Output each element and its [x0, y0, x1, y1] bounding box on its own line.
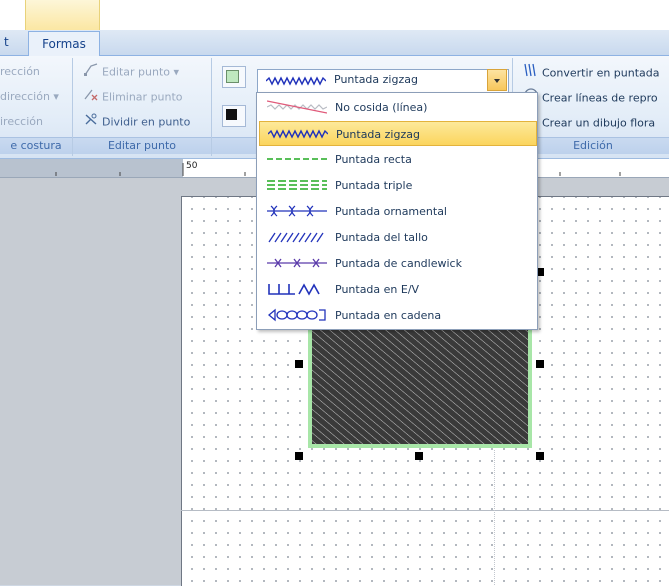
split-point-icon [83, 112, 99, 133]
delete-point-button[interactable]: Eliminar punto [83, 87, 183, 107]
menu-item-ev[interactable]: Puntada en E/V [259, 277, 535, 302]
direction-button-1[interactable]: rección [0, 62, 40, 82]
direction-button-2[interactable]: dirección ▾ [0, 87, 59, 107]
stitch-type-combo[interactable]: Puntada zigzag [257, 69, 509, 93]
straight-stitch-icon [267, 158, 327, 160]
menu-item-label: Puntada zigzag [336, 128, 420, 141]
resize-handle-bottom-left[interactable] [295, 452, 303, 460]
group-label-editar-punto: Editar punto [73, 137, 211, 154]
candlewick-stitch-icon [267, 258, 327, 268]
menu-item-ornamental[interactable]: Puntada ornamental [259, 199, 535, 224]
menu-item-label: Puntada en cadena [335, 309, 442, 322]
ev-stitch-icon [268, 283, 320, 296]
selected-rectangle-shape[interactable] [308, 320, 532, 448]
split-point-button[interactable]: Dividir en punto [83, 112, 190, 132]
stitch-type-value: Puntada zigzag [334, 73, 418, 86]
line-color-button[interactable] [222, 66, 246, 88]
menu-item-triple[interactable]: Puntada triple [259, 173, 535, 198]
menu-item-zigzag[interactable]: Puntada zigzag [259, 121, 537, 146]
edit-point-icon [83, 62, 99, 83]
no-stitch-icon [267, 100, 327, 114]
stitch-fill-pattern [308, 320, 532, 448]
tab-formas[interactable]: Formas [28, 31, 100, 58]
convert-stitch-icon [523, 62, 539, 85]
hoop-center-line [494, 450, 495, 585]
create-floral-button[interactable]: Crear un dibujo flora [523, 112, 655, 132]
menu-item-chain[interactable]: Puntada en cadena [259, 303, 535, 328]
zigzag-stitch-icon [268, 129, 328, 139]
stitch-type-dropdown: No cosida (línea) Puntada zigzag Puntada… [256, 92, 538, 330]
menu-item-candlewick[interactable]: Puntada de candlewick [259, 251, 535, 276]
chain-stitch-icon [267, 308, 326, 322]
direction-button-3[interactable]: irección [0, 112, 43, 132]
menu-item-no-stitch[interactable]: No cosida (línea) [259, 95, 535, 120]
group-edit-point: Editar punto ▾ Eliminar punto Dividir en… [73, 58, 212, 156]
delete-point-icon [83, 87, 99, 108]
menu-item-label: No cosida (línea) [335, 101, 428, 114]
convert-to-stitch-button[interactable]: Convertir en puntada [523, 62, 660, 82]
repro-lines-label: Crear líneas de repro [542, 91, 658, 105]
group-sewing-direction: rección dirección ▾ irección e costura [0, 58, 73, 156]
tab-previous[interactable]: t [0, 30, 15, 55]
resize-handle-left[interactable] [295, 360, 303, 368]
menu-item-label: Puntada en E/V [335, 283, 420, 296]
menu-item-label: Puntada de candlewick [335, 257, 462, 270]
triple-stitch-icon [267, 180, 327, 190]
menu-item-label: Puntada del tallo [335, 231, 428, 244]
create-repro-lines-button[interactable]: Crear líneas de repro [523, 87, 658, 107]
chevron-down-icon [494, 79, 500, 83]
group-label-sewing: e costura [0, 137, 72, 154]
edit-point-label: Editar punto ▾ [102, 65, 180, 79]
resize-handle-right[interactable] [536, 360, 544, 368]
title-bar [0, 0, 669, 30]
fill-color-button[interactable] [222, 105, 246, 127]
resize-handle-bottom[interactable] [415, 452, 423, 460]
menu-item-stem[interactable]: Puntada del tallo [259, 225, 535, 250]
ruler-mark-50: 50 [186, 161, 198, 171]
delete-point-label: Eliminar punto [102, 90, 183, 104]
contextual-tab-header [25, 0, 100, 30]
resize-handle-bottom-right[interactable] [536, 452, 544, 460]
ornamental-stitch-icon [267, 205, 327, 217]
menu-item-label: Puntada recta [335, 153, 412, 166]
line-color-swatch [226, 70, 239, 83]
menu-item-label: Puntada triple [335, 179, 413, 192]
fill-color-swatch [226, 109, 237, 120]
stitch-combo-dropdown-button[interactable] [487, 69, 507, 91]
stem-stitch-icon [268, 232, 324, 243]
hoop-guide-line [181, 510, 669, 511]
convert-stitch-label: Convertir en puntada [542, 66, 660, 80]
zigzag-stitch-icon [266, 76, 326, 86]
ribbon-tab-row: t Formas [0, 30, 669, 58]
menu-item-straight[interactable]: Puntada recta [259, 147, 535, 172]
menu-item-label: Puntada ornamental [335, 205, 447, 218]
edit-point-button[interactable]: Editar punto ▾ [83, 62, 179, 82]
split-point-label: Dividir en punto [102, 115, 191, 129]
floral-label: Crear un dibujo flora [542, 116, 656, 130]
